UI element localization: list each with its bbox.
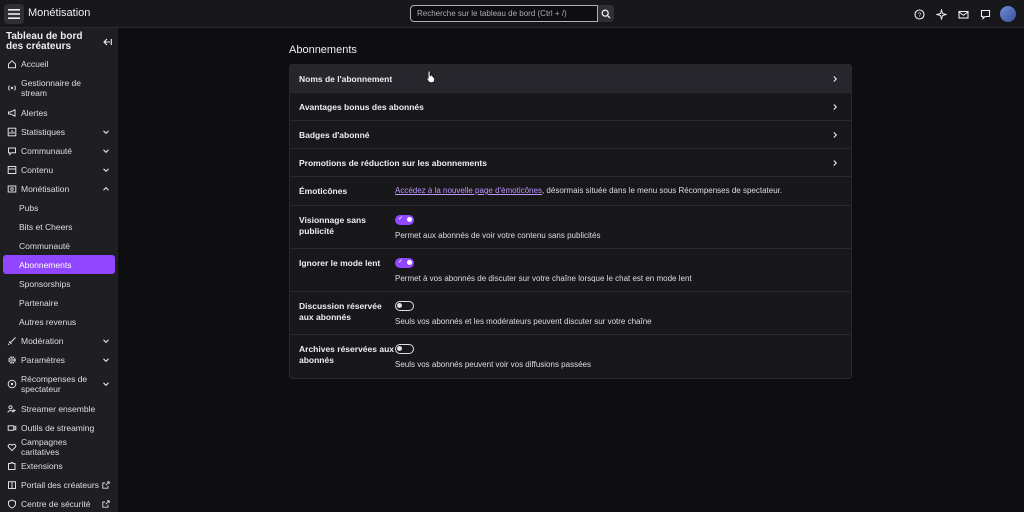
avatar[interactable]	[1000, 6, 1016, 22]
book-icon	[7, 480, 17, 490]
chevron-right-icon	[833, 76, 838, 82]
gear-icon	[7, 355, 17, 365]
search-input[interactable]: Recherche sur le tableau de bord (Ctrl +…	[410, 5, 598, 22]
slow-mode-toggle[interactable]: ✓	[395, 258, 414, 268]
sidebar-subitem-sponsorships[interactable]: Sponsorships	[0, 274, 118, 293]
sidebar-item-stream-manager[interactable]: Gestionnaire de stream	[0, 73, 118, 103]
svg-text:?: ?	[917, 12, 921, 19]
emotes-row: Émoticônes Accédez à la nouvelle page d'…	[290, 177, 851, 206]
megaphone-icon	[7, 108, 17, 118]
sidebar-item-portail[interactable]: Portail des créateurs	[0, 475, 118, 494]
sidebar-item-outils-streaming[interactable]: Outils de streaming	[0, 418, 118, 437]
chevron-right-icon	[833, 132, 838, 138]
sidebar: Tableau de bord des créateurs Accueil Ge…	[0, 28, 118, 512]
mouse-cursor-icon	[426, 70, 435, 83]
search-button[interactable]	[598, 5, 614, 22]
link-row-promotions[interactable]: Promotions de réduction sur les abonneme…	[290, 149, 851, 177]
monetization-icon	[7, 184, 17, 194]
mail-icon[interactable]	[956, 7, 970, 21]
sidebar-subitem-pubs[interactable]: Pubs	[0, 198, 118, 217]
chevron-down-icon	[103, 382, 109, 387]
sidebar-item-streamer-ensemble[interactable]: Streamer ensemble	[0, 399, 118, 418]
chevron-down-icon	[103, 357, 109, 362]
sidebar-nav: Accueil Gestionnaire de stream Alertes S…	[0, 54, 118, 512]
sidebar-item-alertes[interactable]: Alertes	[0, 103, 118, 122]
setting-row-slow-mode: Ignorer le mode lent ✓ Permet à vos abon…	[290, 249, 851, 292]
community-icon	[7, 146, 17, 156]
chevron-right-icon	[833, 160, 838, 166]
sub-only-vods-toggle[interactable]	[395, 344, 414, 354]
puzzle-icon	[7, 461, 17, 471]
emotes-page-link[interactable]: Accédez à la nouvelle page d'émoticônes	[395, 186, 542, 195]
sub-only-chat-toggle[interactable]	[395, 301, 414, 311]
help-icon[interactable]: ?	[912, 7, 926, 21]
link-row-sub-names[interactable]: Noms de l'abonnement	[290, 65, 851, 93]
sidebar-subitem-bits[interactable]: Bits et Cheers	[0, 217, 118, 236]
sword-icon	[7, 336, 17, 346]
check-icon: ✓	[398, 259, 404, 265]
chevron-down-icon	[103, 167, 109, 172]
menu-icon[interactable]	[4, 4, 24, 24]
top-bar: Monétisation Recherche sur le tableau de…	[0, 0, 1024, 28]
sidebar-item-contenu[interactable]: Contenu	[0, 160, 118, 179]
sidebar-item-recompenses[interactable]: Récompenses de spectateur	[0, 369, 118, 399]
chevron-down-icon	[103, 129, 109, 134]
app-title: Monétisation	[28, 7, 91, 19]
content-icon	[7, 165, 17, 175]
collapse-sidebar-icon[interactable]	[102, 37, 112, 47]
rewards-icon	[7, 379, 17, 389]
chevron-down-icon	[103, 338, 109, 343]
sidebar-item-extensions[interactable]: Extensions	[0, 456, 118, 475]
stats-icon	[7, 127, 17, 137]
sidebar-item-campagnes[interactable]: Campagnes caritatives	[0, 437, 118, 457]
sidebar-item-communaute[interactable]: Communauté	[0, 141, 118, 160]
ad-free-toggle[interactable]: ✓	[395, 215, 414, 225]
main-content: Abonnements Noms de l'abonnement Avantag…	[118, 28, 1024, 512]
sidebar-item-statistiques[interactable]: Statistiques	[0, 122, 118, 141]
link-row-bonus-perks[interactable]: Avantages bonus des abonnés	[290, 93, 851, 121]
chevron-down-icon	[103, 148, 109, 153]
setting-row-ad-free: Visionnage sans publicité ✓ Permet aux a…	[290, 206, 851, 249]
sidebar-item-parametres[interactable]: Paramètres	[0, 350, 118, 369]
charity-icon	[7, 442, 17, 452]
link-row-badges[interactable]: Badges d'abonné	[290, 121, 851, 149]
page-title: Abonnements	[289, 44, 357, 56]
sidebar-item-accueil[interactable]: Accueil	[0, 54, 118, 73]
users-icon	[7, 404, 17, 414]
camera-icon	[7, 423, 17, 433]
chevron-right-icon	[833, 104, 838, 110]
sidebar-item-moderation[interactable]: Modération	[0, 331, 118, 350]
shield-icon	[7, 498, 17, 509]
chevron-up-icon	[103, 186, 109, 191]
home-icon	[7, 59, 17, 69]
chat-icon[interactable]	[978, 7, 992, 21]
emotes-desc: Accédez à la nouvelle page d'émoticônes,…	[395, 186, 783, 195]
emotes-label: Émoticônes	[299, 186, 348, 196]
check-icon: ✓	[398, 216, 404, 222]
subscriptions-panel: Noms de l'abonnement Avantages bonus des…	[289, 64, 852, 379]
sparkle-icon[interactable]	[934, 7, 948, 21]
external-link-icon	[102, 480, 110, 489]
sidebar-subitem-partenaire[interactable]: Partenaire	[0, 293, 118, 312]
sidebar-subitem-abonnements[interactable]: Abonnements	[3, 255, 115, 274]
stream-manager-icon	[7, 83, 17, 93]
external-link-icon	[102, 499, 110, 508]
setting-row-sub-only-vods: Archives réservées aux abonnés Seuls vos…	[299, 344, 591, 369]
setting-row-sub-only-chat: Discussion réservée aux abonnés Seuls vo…	[290, 292, 851, 335]
sidebar-subitem-autres-revenus[interactable]: Autres revenus	[0, 312, 118, 331]
sidebar-item-monetisation[interactable]: Monétisation	[0, 179, 118, 198]
sidebar-subitem-communaute[interactable]: Communauté	[0, 236, 118, 255]
sidebar-item-securite[interactable]: Centre de sécurité	[0, 494, 118, 512]
search-icon	[601, 9, 611, 18]
sidebar-heading: Tableau de bord des créateurs	[6, 31, 83, 52]
